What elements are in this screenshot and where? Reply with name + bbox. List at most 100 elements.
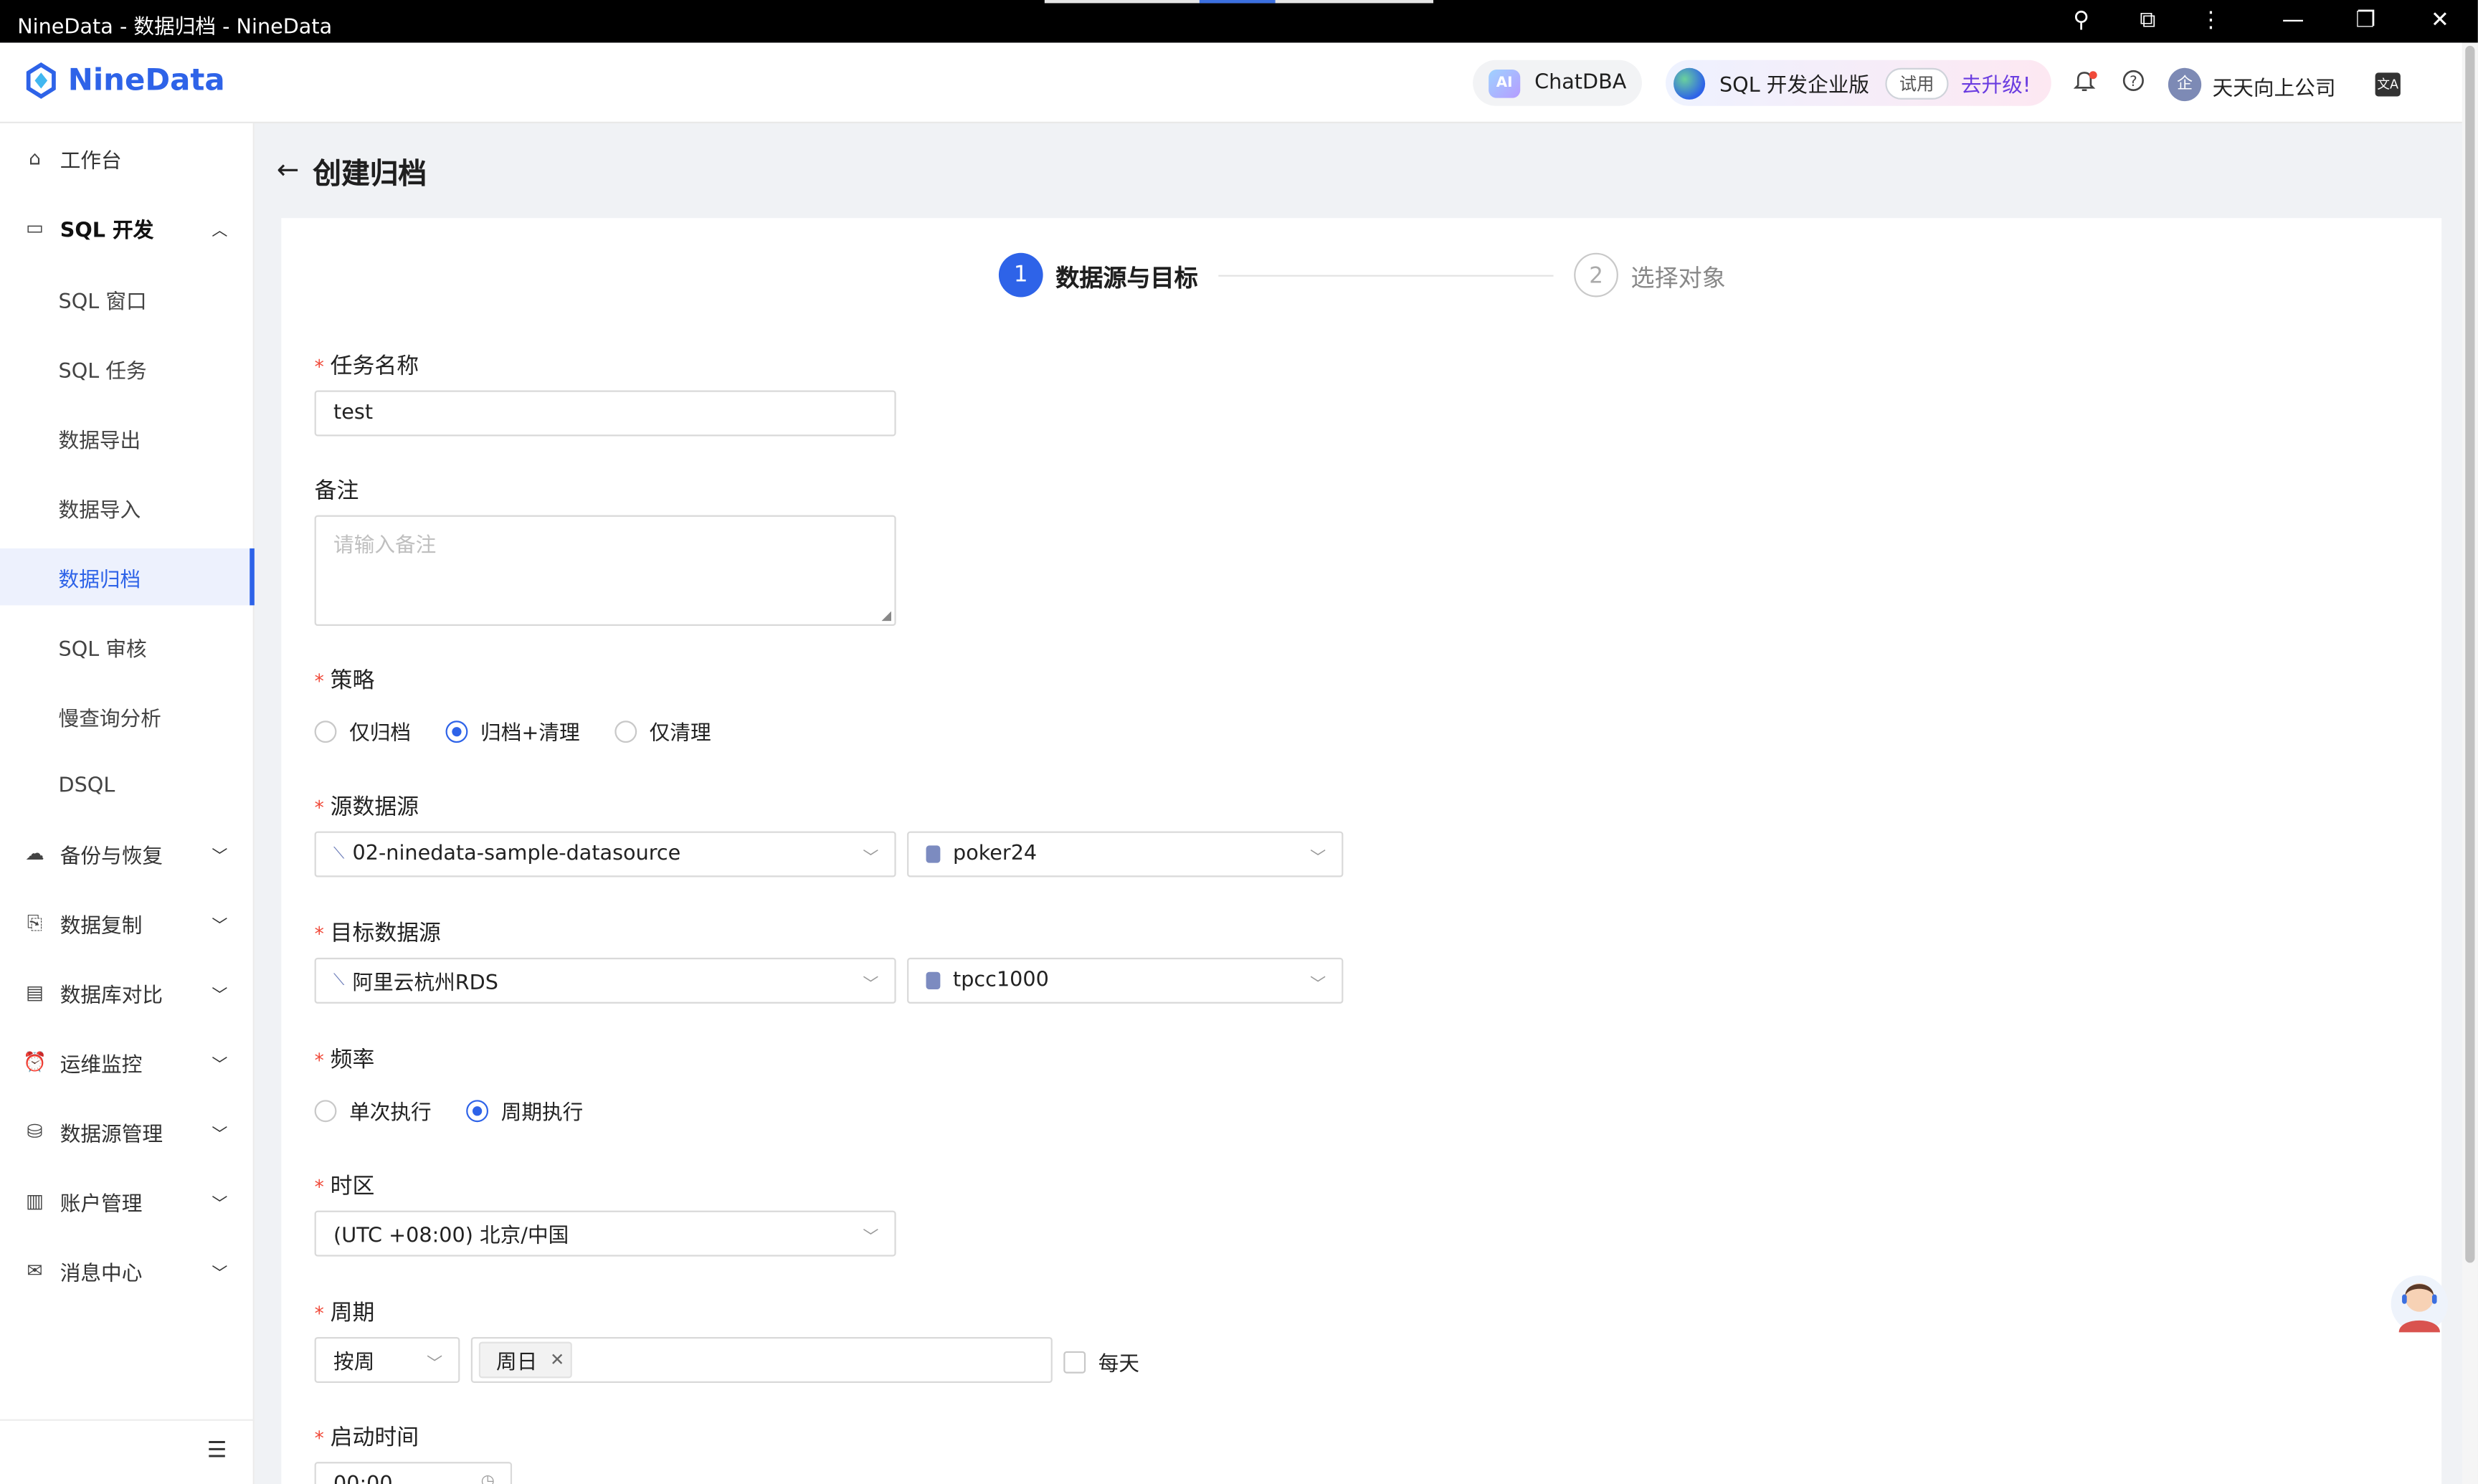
extensions-icon[interactable]: ⧉ xyxy=(2132,6,2163,35)
company-avatar[interactable]: 企 xyxy=(2168,67,2202,102)
sidebar-item-sql-dev[interactable]: ▭ SQL 开发 ︿ xyxy=(0,199,255,256)
start-time-value: 00:00 xyxy=(333,1473,393,1484)
logo[interactable]: NineData xyxy=(22,62,225,100)
sidebar-sub-data-import[interactable]: 数据导入 xyxy=(0,479,255,536)
close-icon[interactable]: ✕ xyxy=(2424,6,2456,35)
step-2-indicator: 2 xyxy=(1574,252,1618,298)
upgrade-link[interactable]: 去升级! xyxy=(1961,68,2031,98)
sidebar-item-compare[interactable]: ▤ 数据库对比 ﹀ xyxy=(0,964,255,1021)
timezone-value: (UTC +08:00) 北京/中国 xyxy=(333,1224,569,1249)
datasource-icon: ⟍ xyxy=(333,845,345,863)
svg-text:?: ? xyxy=(2130,73,2137,90)
sidebar-item-label: 慢查询分析 xyxy=(58,707,161,731)
chevron-down-icon: ﹀ xyxy=(212,847,228,865)
edition-banner[interactable]: SQL 开发企业版 试用 去升级! xyxy=(1666,60,2051,106)
sidebar-item-messages[interactable]: ✉ 消息中心 ﹀ xyxy=(0,1242,255,1299)
sidebar-item-label: SQL 窗口 xyxy=(58,290,147,314)
page-title: 创建归档 xyxy=(313,158,427,191)
sidebar-item-backup[interactable]: ☁ 备份与恢复 ﹀ xyxy=(0,825,255,882)
sidebar-item-account[interactable]: ▥ 账户管理 ﹀ xyxy=(0,1173,255,1229)
task-name-input[interactable]: test xyxy=(314,390,896,437)
sidebar-sub-sql-review[interactable]: SQL 审核 xyxy=(0,618,255,675)
day-tag: 周日 ✕ xyxy=(478,1341,573,1379)
sidebar-item-monitoring[interactable]: ⏰ 运维监控 ﹀ xyxy=(0,1034,255,1090)
ai-icon: AI xyxy=(1489,68,1521,97)
target-label: * 目标数据源 xyxy=(314,921,441,947)
radio-label: 仅清理 xyxy=(649,722,711,746)
start-time-label: * 启动时间 xyxy=(314,1425,419,1451)
radio-periodic-run[interactable] xyxy=(466,1099,489,1122)
source-datasource-select[interactable]: ⟍ 02-ninedata-sample-datasource ﹀ xyxy=(314,831,896,877)
window-titlebar: NineData - 数据归档 - NineData ⚲ ⧉ ⋮ — ❐ ✕ xyxy=(0,0,2478,43)
sidebar-item-workbench[interactable]: ⌂ 工作台 xyxy=(0,130,255,186)
alarm-icon: ⏰ xyxy=(22,1050,47,1073)
everyday-label: 每天 xyxy=(1098,1353,1140,1377)
timezone-label: * 时区 xyxy=(314,1174,375,1200)
radio-label: 周期执行 xyxy=(500,1101,584,1126)
sidebar-item-label: 数据归档 xyxy=(58,568,141,592)
chevron-down-icon: ﹀ xyxy=(212,1265,228,1283)
timezone-select[interactable]: (UTC +08:00) 北京/中国 ﹀ xyxy=(314,1210,896,1257)
sidebar-item-label: DSQL xyxy=(58,774,115,798)
company-name[interactable]: 天天向上公司 xyxy=(2213,71,2336,101)
radio-archive-only[interactable] xyxy=(314,720,337,743)
target-datasource-select[interactable]: ⟍ 阿里云杭州RDS ﹀ xyxy=(314,957,896,1004)
sidebar-sub-sql-window[interactable]: SQL 窗口 xyxy=(0,270,255,327)
period-days-select[interactable]: 周日 ✕ xyxy=(470,1337,1053,1383)
source-database-select[interactable]: poker24 ﹀ xyxy=(907,831,1344,877)
cloud-icon: ☁ xyxy=(25,842,44,865)
datasource-icon: ⟍ xyxy=(333,971,345,990)
chevron-up-icon: ︿ xyxy=(212,222,228,239)
help-icon[interactable]: ? xyxy=(2119,70,2148,98)
sidebar-sub-sql-task[interactable]: SQL 任务 xyxy=(0,340,255,396)
target-database-select[interactable]: tpcc1000 ﹀ xyxy=(907,957,1344,1004)
step-1-label: 数据源与目标 xyxy=(1055,264,1198,292)
radio-label: 单次执行 xyxy=(349,1101,432,1126)
chevron-down-icon: ﹀ xyxy=(863,850,879,868)
sidebar-item-label: 数据源管理 xyxy=(60,1123,163,1147)
more-menu-icon[interactable]: ⋮ xyxy=(2195,6,2226,35)
collapse-sidebar-icon[interactable]: ☰ xyxy=(207,1438,227,1463)
sidebar-sub-data-export[interactable]: 数据导出 xyxy=(0,409,255,466)
step-2-label: 选择对象 xyxy=(1630,264,1726,292)
sidebar-divider xyxy=(0,1419,255,1421)
language-switch-icon[interactable]: 文A xyxy=(2375,72,2401,97)
sidebar-item-datasource[interactable]: ⛁ 数据源管理 ﹀ xyxy=(0,1103,255,1160)
strategy-label: * 策略 xyxy=(314,668,375,694)
everyday-checkbox[interactable] xyxy=(1063,1350,1086,1373)
sidebar-sub-dsql[interactable]: DSQL xyxy=(0,757,255,814)
target-database-value: tpcc1000 xyxy=(953,969,1049,993)
minimize-icon[interactable]: — xyxy=(2277,6,2309,35)
chevron-down-icon: ﹀ xyxy=(1310,976,1326,994)
day-tag-label: 周日 xyxy=(496,1351,538,1375)
task-name-value: test xyxy=(333,401,374,426)
remark-textarea[interactable]: 请输入备注 ◢ xyxy=(314,515,896,626)
home-icon: ⌂ xyxy=(29,147,41,169)
zoom-icon[interactable]: ⚲ xyxy=(2066,6,2097,35)
radio-single-run[interactable] xyxy=(314,1099,337,1122)
chatdba-button[interactable]: AI ChatDBA xyxy=(1473,60,1642,106)
start-time-picker[interactable]: 00:00 ◷ xyxy=(314,1462,513,1484)
radio-clean-only[interactable] xyxy=(614,720,637,743)
radio-archive-and-clean[interactable] xyxy=(445,720,468,743)
bell-icon[interactable] xyxy=(2070,70,2099,98)
restore-icon[interactable]: ❐ xyxy=(2350,6,2381,35)
chevron-down-icon: ﹀ xyxy=(1310,850,1326,868)
customer-service-avatar-icon[interactable] xyxy=(2389,1266,2449,1336)
sidebar-item-label: SQL 任务 xyxy=(58,359,147,384)
remark-placeholder: 请输入备注 xyxy=(333,534,437,558)
source-database-value: poker24 xyxy=(953,842,1038,867)
trial-badge: 试用 xyxy=(1885,67,1949,99)
frequency-radio-group: 单次执行 周期执行 xyxy=(314,1095,584,1126)
sidebar-item-label: 工作台 xyxy=(60,149,122,173)
period-unit-select[interactable]: 按周 ﹀ xyxy=(314,1337,460,1383)
back-arrow-icon[interactable]: ← xyxy=(277,155,299,186)
remove-tag-icon[interactable]: ✕ xyxy=(550,1350,564,1371)
sidebar-sub-data-archive[interactable]: 数据归档 xyxy=(0,548,255,606)
database-icon: ⛁ xyxy=(27,1120,43,1143)
page-scrollbar[interactable] xyxy=(2462,42,2478,1484)
sidebar-sub-slow-query[interactable]: 慢查询分析 xyxy=(0,688,255,744)
resize-handle-icon[interactable]: ◢ xyxy=(881,609,891,623)
source-datasource-value: 02-ninedata-sample-datasource xyxy=(352,842,681,867)
sidebar-item-replication[interactable]: ⎘ 数据复制 ﹀ xyxy=(0,895,255,951)
